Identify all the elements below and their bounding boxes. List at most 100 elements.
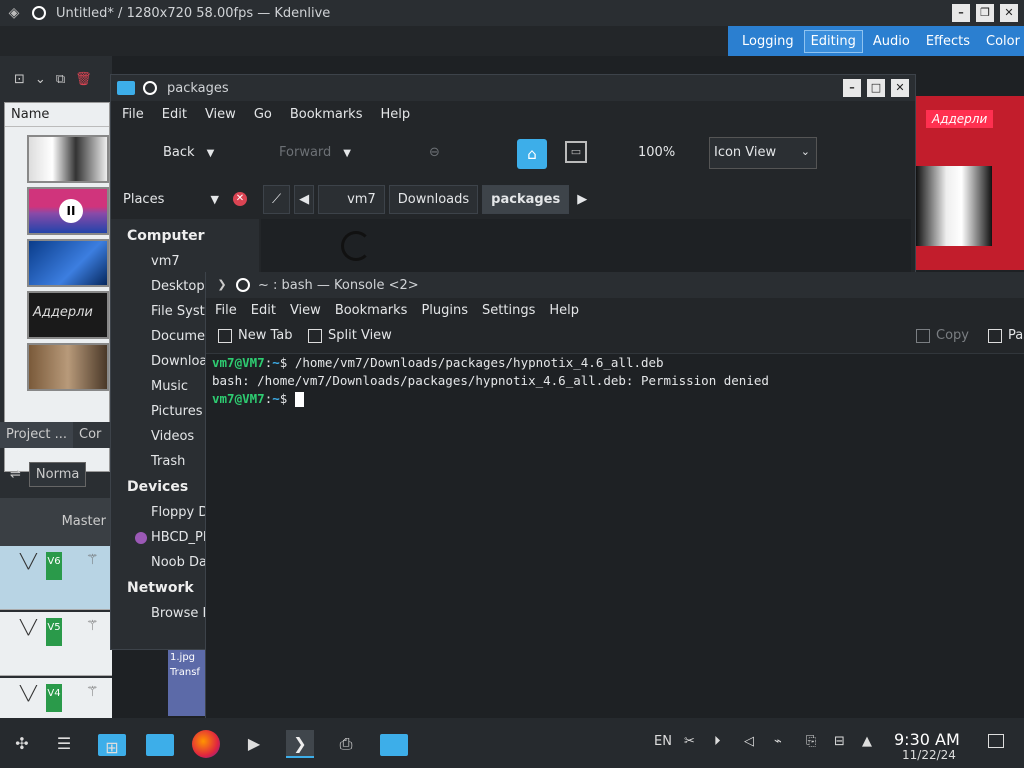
- places-label: Places: [123, 191, 165, 207]
- chevron-up-icon[interactable]: ▲: [862, 734, 872, 749]
- settings-icon[interactable]: ☰: [50, 730, 78, 758]
- workspace-logging[interactable]: Logging: [736, 31, 800, 52]
- menu-plugins[interactable]: Plugins: [414, 303, 475, 318]
- store-icon[interactable]: ⊞: [98, 734, 126, 757]
- clip-thumbnail-4[interactable]: Аддерли: [27, 291, 109, 339]
- place-vm7[interactable]: vm7: [111, 249, 259, 274]
- keyboard-layout[interactable]: EN: [654, 734, 672, 749]
- prompt-path: ~: [272, 355, 280, 370]
- chevron-left-icon[interactable]: ◀: [294, 184, 315, 214]
- restore-button[interactable]: ❐: [976, 4, 994, 22]
- scissors-icon[interactable]: ✂: [684, 734, 695, 749]
- firefox-icon[interactable]: [192, 730, 220, 758]
- menu-bookmarks[interactable]: Bookmarks: [281, 107, 372, 122]
- window-menu-icon[interactable]: [236, 278, 250, 292]
- usb-icon[interactable]: ⌁: [774, 734, 782, 749]
- root-crumb-icon[interactable]: ⟋: [263, 184, 291, 214]
- effects-wand-icon[interactable]: ⚚: [86, 552, 99, 568]
- paste-icon: [988, 328, 1002, 343]
- network-icon[interactable]: ⊟: [834, 734, 845, 749]
- debian-package-icon[interactable]: [341, 231, 371, 261]
- tab-compositions[interactable]: Cor: [73, 422, 107, 448]
- show-desktop-icon[interactable]: [988, 734, 1004, 748]
- chevron-down-icon[interactable]: ▼: [207, 148, 215, 159]
- add-folder-icon[interactable]: ⧉: [56, 72, 65, 87]
- volume-icon[interactable]: ◁: [744, 734, 754, 749]
- menu-edit[interactable]: Edit: [153, 107, 196, 122]
- menu-view[interactable]: View: [283, 303, 328, 318]
- home-folder-icon[interactable]: ⌂: [517, 139, 547, 169]
- workspace-editing[interactable]: Editing: [803, 29, 863, 53]
- clock-time[interactable]: 9:30 AM: [894, 730, 960, 749]
- menu-bookmarks[interactable]: Bookmarks: [328, 303, 415, 318]
- menu-file[interactable]: File: [113, 107, 153, 122]
- workspace-effects[interactable]: Effects: [920, 31, 976, 52]
- mode-select[interactable]: Norma: [28, 461, 87, 487]
- menu-go[interactable]: Go: [245, 107, 281, 122]
- copy-button[interactable]: Copy: [916, 328, 969, 343]
- mixer-icon[interactable]: ⇌: [10, 467, 21, 482]
- forward-button[interactable]: Forward ▼: [279, 145, 351, 160]
- menu-help[interactable]: Help: [371, 107, 419, 122]
- workspace-color[interactable]: Color: [980, 31, 1024, 52]
- menu-view[interactable]: View: [196, 107, 245, 122]
- chevron-down-icon[interactable]: ⌄: [35, 72, 46, 87]
- terminal-output[interactable]: vm7@VM7:~$ /home/vm7/Downloads/packages/…: [206, 354, 1024, 718]
- kdenlive-app-icon[interactable]: ◈: [4, 3, 24, 23]
- clip-thumbnail-2[interactable]: II: [27, 187, 109, 235]
- bin-menu-icon[interactable]: ⊡: [14, 72, 25, 87]
- menu-edit[interactable]: Edit: [244, 303, 283, 318]
- kdenlive-project-panel: ⊡ ⌄ ⧉ 🗑 Name II Аддерли Project ... Cor …: [0, 56, 112, 742]
- clip-thumbnail-3[interactable]: [27, 239, 109, 287]
- workspace-audio[interactable]: Audio: [867, 31, 916, 52]
- collapse-icon[interactable]: ╲╱: [20, 554, 37, 570]
- track-tag: V5: [46, 618, 62, 646]
- media-player-icon[interactable]: ⏵: [714, 734, 721, 749]
- menu-settings[interactable]: Settings: [475, 303, 542, 318]
- delete-icon[interactable]: 🗑: [75, 72, 92, 87]
- minimize-button[interactable]: –: [952, 4, 970, 22]
- close-button[interactable]: ✕: [1000, 4, 1018, 22]
- clipboard-icon[interactable]: ⎘: [806, 734, 816, 749]
- crumb-vm7[interactable]: vm7: [318, 184, 385, 214]
- crumb-packages[interactable]: packages: [482, 184, 570, 214]
- split-view-button[interactable]: Split View: [308, 328, 392, 343]
- back-button[interactable]: Back ▼: [163, 145, 214, 160]
- chevron-down-icon[interactable]: ▼: [211, 193, 219, 206]
- file-manager-icon[interactable]: [146, 734, 174, 756]
- chevron-down-icon[interactable]: ▼: [343, 148, 351, 159]
- view-mode-select[interactable]: Icon View ⌄: [709, 137, 817, 169]
- bin-column-name[interactable]: Name: [5, 103, 109, 127]
- clock-date[interactable]: 11/22/24: [902, 748, 956, 762]
- track-header-v5[interactable]: ╲╱ V5 ⚚: [0, 612, 112, 676]
- crumb-downloads[interactable]: Downloads: [388, 184, 479, 214]
- app-launcher-icon[interactable]: ✣: [8, 730, 36, 758]
- prompt-user: vm7@VM7: [212, 391, 265, 406]
- tab-project[interactable]: Project ...: [0, 422, 74, 448]
- track-header-v6[interactable]: ╲╱ V6 ⚚: [0, 546, 112, 610]
- timeline-clip[interactable]: 1.jpg Transf: [168, 650, 208, 716]
- folder-icon[interactable]: [380, 734, 408, 756]
- close-places-icon[interactable]: ✕: [233, 192, 247, 206]
- chevron-right-icon[interactable]: ▶: [573, 186, 591, 213]
- kdenlive-icon[interactable]: ▶: [240, 730, 268, 758]
- collapse-icon[interactable]: ╲╱: [20, 620, 37, 636]
- scanner-icon[interactable]: ⎙: [332, 730, 360, 758]
- paste-button[interactable]: Pas: [988, 328, 1024, 343]
- terminal-panel-icon[interactable]: ▭: [565, 141, 587, 163]
- effects-wand-icon[interactable]: ⚚: [86, 684, 99, 700]
- menu-help[interactable]: Help: [542, 303, 586, 318]
- collapse-icon[interactable]: ╲╱: [20, 686, 37, 702]
- clip-thumbnail-1[interactable]: [27, 135, 109, 183]
- menu-file[interactable]: File: [208, 303, 244, 318]
- window-menu-icon[interactable]: [32, 6, 46, 20]
- maximize-button[interactable]: □: [867, 79, 885, 97]
- konsole-icon[interactable]: ❯: [286, 730, 314, 758]
- new-tab-button[interactable]: New Tab: [218, 328, 293, 343]
- new-tab-icon: [218, 328, 232, 343]
- effects-wand-icon[interactable]: ⚚: [86, 618, 99, 634]
- close-button[interactable]: ✕: [891, 79, 909, 97]
- minimize-button[interactable]: –: [843, 79, 861, 97]
- window-menu-icon[interactable]: [143, 81, 157, 95]
- clip-thumbnail-5[interactable]: [27, 343, 109, 391]
